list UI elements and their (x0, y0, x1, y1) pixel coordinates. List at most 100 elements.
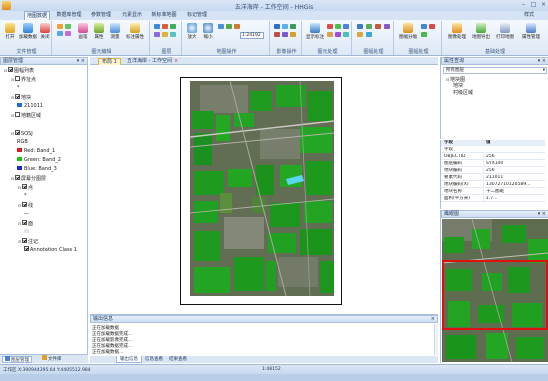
layer-tree-item[interactable]: Green: Band_2 (17, 156, 61, 164)
layer-tree-item[interactable]: ⊟ 界址点 (10, 76, 36, 83)
layer-visibility-checkbox[interactable] (24, 246, 29, 251)
layer-tree-item[interactable]: ⊟ 注记 (17, 238, 38, 245)
property-row[interactable]: OBJECTID 256 (441, 154, 545, 160)
tab-parameters[interactable]: 参数管理 (87, 11, 115, 20)
rotate-icon[interactable] (65, 24, 71, 29)
image-histogram-icon[interactable] (282, 32, 288, 37)
refresh-icon[interactable] (234, 24, 240, 29)
layer-visibility-checkbox[interactable] (15, 175, 20, 180)
layer-visibility-checkbox[interactable] (22, 202, 27, 207)
select-icon[interactable] (57, 24, 63, 29)
layer-visibility-checkbox[interactable] (15, 130, 20, 135)
image-mosaic-icon[interactable] (290, 32, 296, 37)
tab-file-library[interactable]: 文件库 (40, 355, 64, 363)
sheet-import-icon[interactable] (366, 32, 372, 37)
load-data-button[interactable]: 加载数据 (19, 23, 37, 40)
tab-output-info[interactable]: 输出信息 (116, 356, 142, 363)
layer-filter-icon[interactable] (170, 32, 176, 37)
label-props-button[interactable]: 标注属性 (124, 23, 146, 40)
style-menu[interactable]: 样式 (524, 11, 534, 20)
layout-page[interactable] (180, 77, 342, 305)
sheet-export-icon[interactable] (357, 32, 363, 37)
print-map-button[interactable]: 打印地图 (494, 23, 516, 40)
maximize-icon[interactable]: □ (529, 1, 538, 9)
cut-icon[interactable] (327, 24, 333, 29)
tab-layout-1[interactable]: 布局 1 (98, 58, 121, 65)
layer-tree-item[interactable]: Red: Band_1 (17, 147, 55, 155)
close-tab-icon[interactable]: × (174, 58, 178, 64)
property-row[interactable]: 要素代码 211011 (441, 175, 545, 181)
layer-tree-item[interactable]: ⊟ 面 (17, 220, 33, 227)
layer-tree-item[interactable]: * (17, 85, 20, 92)
tab-map-data[interactable]: 地图数据 (24, 11, 50, 20)
full-extent-icon[interactable] (226, 24, 232, 29)
tab-database[interactable]: 数据库管理 (53, 11, 85, 20)
tab-layer-manage[interactable]: 图层管理 (2, 356, 32, 363)
image-proc-button[interactable]: 图像处理 (446, 23, 468, 40)
property-row[interactable]: 地块编码(X) 13072710120589... (441, 182, 545, 188)
layout-canvas[interactable] (90, 65, 438, 313)
layer-tree-item[interactable] (24, 228, 31, 236)
zoom-out-button[interactable]: 缩小 (201, 23, 215, 40)
layer-visibility-checkbox[interactable] (22, 220, 27, 225)
attr-manage-button[interactable]: 属性管理 (520, 23, 542, 40)
move-icon[interactable] (57, 31, 63, 36)
layer-visibility-checkbox[interactable] (22, 184, 27, 189)
layer-tree-item[interactable]: ⊟ 地籍区域 (10, 112, 41, 119)
scale-icon[interactable] (65, 31, 71, 36)
layer-tree-item[interactable]: RGB (17, 139, 28, 146)
open-button[interactable]: 打开 (3, 23, 17, 40)
tab-new-standard[interactable]: 新标准地图 (148, 11, 180, 20)
layer-style-icon[interactable] (162, 32, 168, 37)
attr-tree-item[interactable]: 地块 (453, 83, 463, 90)
image-band-icon[interactable] (274, 32, 280, 37)
attributes-button[interactable]: 属性 (92, 23, 106, 40)
layer-remove-icon[interactable] (162, 24, 168, 29)
brush-button[interactable]: 画笔 (76, 23, 90, 40)
output-scrollbar[interactable] (434, 324, 438, 355)
overview-map[interactable] (442, 219, 548, 362)
image-contrast-icon[interactable] (282, 24, 288, 29)
sheet-grid-icon[interactable] (357, 24, 363, 29)
tab-result-view[interactable]: 结果查看 (166, 356, 190, 363)
layer-visibility-checkbox[interactable] (8, 67, 13, 72)
tab-info-view[interactable]: 信息查看 (142, 356, 166, 363)
layer-up-icon[interactable] (170, 24, 176, 29)
layer-tree-item[interactable]: ⊟ 点 (17, 184, 33, 191)
pin-icon[interactable]: ▾ × (538, 211, 546, 218)
layer-tree-item[interactable]: — (24, 211, 29, 218)
tab-markers[interactable]: 标记管理 (183, 11, 211, 20)
clip-icon[interactable] (343, 32, 349, 37)
zoom-in-button[interactable]: 放大 (185, 23, 199, 40)
layer-tree-item[interactable]: Blue: Band_3 (17, 165, 57, 173)
scale-input[interactable]: 1:24192 (240, 32, 264, 39)
minimize-icon[interactable]: – (519, 1, 528, 9)
layer-select[interactable]: 所有图层 ▾ (443, 67, 547, 74)
satellite-image[interactable] (190, 81, 334, 296)
property-row[interactable]: 地块名称 十二图斑 (441, 189, 545, 195)
layer-tree-item[interactable]: ⊟ 线 (17, 202, 33, 209)
property-row[interactable]: 字段 (441, 147, 545, 153)
union-icon[interactable] (335, 32, 341, 37)
layer-visibility-checkbox[interactable] (15, 112, 20, 117)
image-stretch-icon[interactable] (274, 24, 280, 29)
pin-icon[interactable]: ▾ × (538, 58, 546, 65)
show-label-button[interactable]: 显示标注 (306, 23, 324, 40)
split-icon[interactable] (343, 24, 349, 29)
tab-workspace[interactable]: 五洋海岸 - 工作空间 × (124, 58, 181, 65)
layer-tree-item[interactable]: ⊟ 屏幕分图层 (10, 175, 46, 182)
pin-icon[interactable]: ▾ × (77, 58, 85, 65)
sheet-delete-icon[interactable] (429, 24, 435, 29)
property-row[interactable]: 地块编码 256 (441, 168, 545, 174)
layer-visibility-checkbox[interactable] (22, 238, 27, 243)
sheet-number-icon[interactable] (375, 24, 381, 29)
panel-close-icon[interactable]: × (431, 316, 435, 323)
layer-tree-item[interactable]: ⊟ 图幅列表 (3, 67, 34, 74)
property-row[interactable]: 图层编码 SYX140 (441, 161, 545, 167)
sheet-merge-icon[interactable] (421, 24, 427, 29)
sheet-index-icon[interactable] (384, 24, 390, 29)
sheet-frame-icon[interactable] (366, 24, 372, 29)
layer-tree-item[interactable]: Annotation Class 1 (24, 246, 77, 254)
close-file-button[interactable]: 关闭 (38, 23, 52, 40)
layer-down-icon[interactable] (154, 32, 160, 37)
